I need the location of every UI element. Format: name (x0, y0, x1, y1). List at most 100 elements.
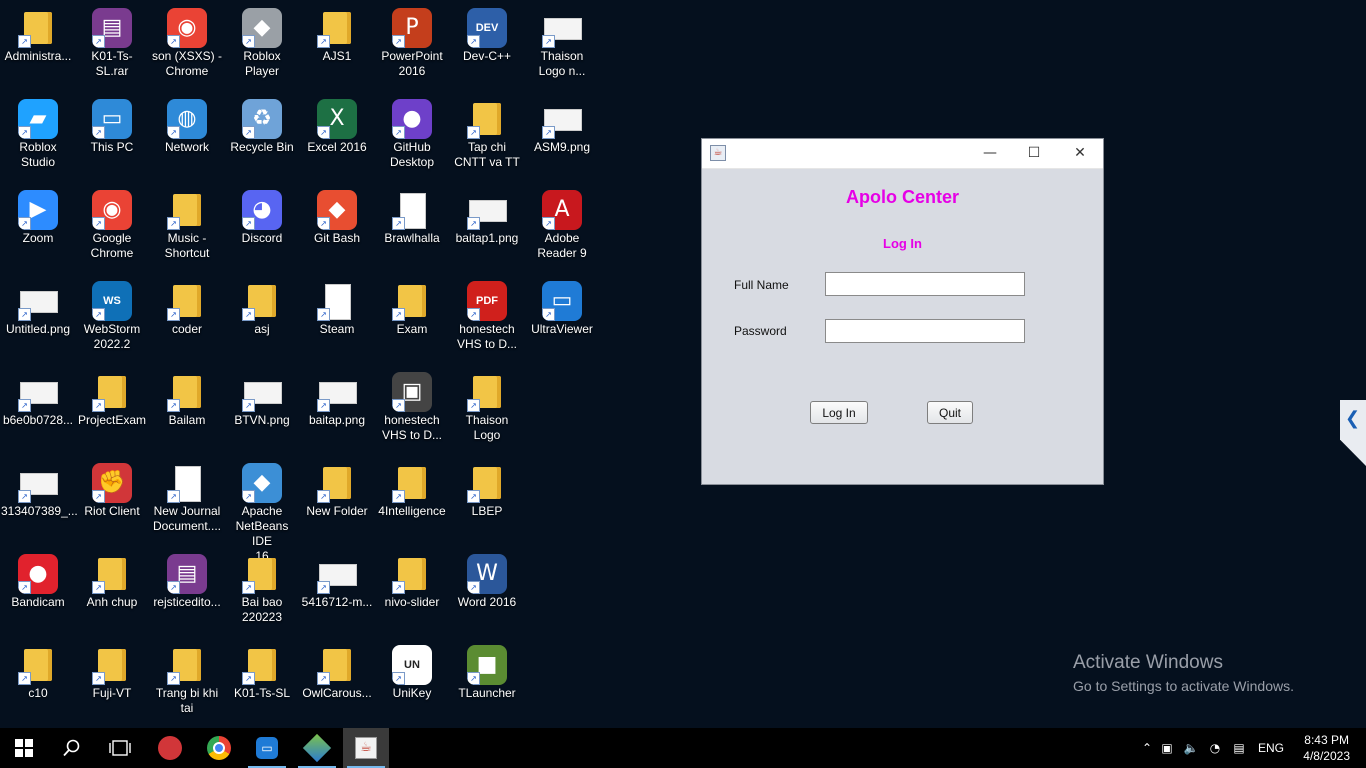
github-desktop-icon: ● ↗ (392, 99, 432, 139)
window-titlebar[interactable]: ☕ — ☐ ✕ (702, 139, 1103, 169)
side-panel-tab[interactable]: ❮ (1340, 400, 1366, 466)
language-indicator[interactable]: ENG (1258, 741, 1284, 755)
network-adapter-icon[interactable]: ▣ (1154, 741, 1180, 755)
taskbar-java-app[interactable]: ☕ (343, 728, 389, 768)
desktop-icon[interactable]: ↗ Exam (374, 273, 450, 337)
desktop-icon-label: UniKey (392, 686, 432, 700)
desktop-icon[interactable]: ▤ ↗ K01-Ts-SL.rar (74, 0, 150, 79)
shortcut-arrow-icon: ↗ (92, 399, 105, 412)
desktop-icon[interactable]: ■ ↗ TLauncher (449, 637, 525, 701)
taskbar-netbeans[interactable] (294, 728, 340, 768)
desktop-icon[interactable]: ↗ AJS1 (299, 0, 375, 64)
desktop-icon[interactable]: ↗ Music - Shortcut (149, 182, 225, 261)
login-button[interactable]: Log In (810, 401, 868, 424)
password-input[interactable] (825, 319, 1025, 343)
desktop-icon[interactable]: ↗ New Folder (299, 455, 375, 519)
desktop-icon[interactable]: UN ↗ UniKey (374, 637, 450, 701)
desktop-icon[interactable]: ↗ baitap.png (299, 364, 375, 428)
desktop-icon[interactable]: ● ↗ Bandicam (0, 546, 76, 610)
action-center-icon[interactable]: ▤ (1228, 741, 1250, 755)
folder-icon: ↗ (92, 372, 132, 412)
desktop-icon[interactable]: ↗ K01-Ts-SL (224, 637, 300, 701)
desktop-icon-label: b6e0b0728... (2, 413, 74, 427)
desktop-icon[interactable]: ▰ ↗ Roblox Studio (0, 91, 76, 170)
desktop-icon[interactable]: ◆ ↗ Git Bash (299, 182, 375, 246)
desktop-icon[interactable]: ● ↗ GitHub Desktop (374, 91, 450, 170)
desktop-icon[interactable]: ↗ asj (224, 273, 300, 337)
desktop-icon[interactable]: ↗ c10 (0, 637, 76, 701)
roblox-player-icon: ◆ ↗ (242, 8, 282, 48)
fullname-input[interactable] (825, 272, 1025, 296)
desktop-icon[interactable]: ↗ Steam (299, 273, 375, 337)
shortcut-arrow-icon: ↗ (317, 399, 330, 412)
desktop-icon[interactable]: ↗ Administra... (0, 0, 76, 64)
winrar-icon: ▤ ↗ (167, 554, 207, 594)
desktop-icon[interactable]: ✊ ↗ Riot Client (74, 455, 150, 519)
desktop-icon[interactable]: ◉ ↗ son (XSXS) - Chrome (149, 0, 225, 79)
taskbar-ultraviewer[interactable]: ▭ (244, 728, 290, 768)
desktop-icon[interactable]: ↗ ProjectExam (74, 364, 150, 428)
desktop-icon[interactable]: ↗ New Journal Document.... (149, 455, 225, 534)
desktop-icon[interactable]: ↗ 5416712-m... (299, 546, 375, 610)
shortcut-arrow-icon: ↗ (392, 399, 405, 412)
desktop-icon[interactable]: ↗ ASM9.png (524, 91, 600, 155)
riot-client-icon (158, 736, 182, 760)
start-button[interactable] (1, 728, 47, 768)
desktop-icon[interactable]: ↗ Bailam (149, 364, 225, 428)
task-view-button[interactable] (97, 728, 143, 768)
volume-icon[interactable]: 🔈 (1180, 741, 1202, 755)
desktop-icon[interactable]: ↗ Thaison Logo n... (524, 0, 600, 79)
desktop-icon[interactable]: ↗ coder (149, 273, 225, 337)
desktop-icon[interactable]: ↗ nivo-slider (374, 546, 450, 610)
desktop-icon[interactable]: ↗ Bai bao 220223 (224, 546, 300, 625)
desktop-icon[interactable]: ↗ Trang bi khi tai (149, 637, 225, 716)
maximize-button[interactable]: ☐ (1012, 139, 1056, 168)
show-hidden-icons-chevron-up-icon[interactable]: ⌃ (1140, 741, 1154, 755)
desktop-icon-label: K01-Ts-SL.rar (91, 49, 133, 78)
clock-time: 8:43 PM (1304, 733, 1349, 747)
desktop-icon[interactable]: ▭ ↗ UltraViewer (524, 273, 600, 337)
desktop-icon[interactable]: WS ↗ WebStorm 2022.2 (74, 273, 150, 352)
wifi-icon[interactable]: ◔ (1202, 741, 1228, 755)
desktop-icon[interactable]: ↗ 313407389_... (0, 455, 78, 519)
desktop-icon[interactable]: W ↗ Word 2016 (449, 546, 525, 610)
desktop-icon[interactable]: ▣ ↗ honestech VHS to D... (374, 364, 450, 443)
desktop-icon[interactable]: ↗ Anh chup (74, 546, 150, 610)
desktop-icon[interactable]: ↗ Tap chi CNTT va TT (449, 91, 525, 170)
desktop-icon[interactable]: ↗ Brawlhalla (374, 182, 450, 246)
desktop-icon[interactable]: ◕ ↗ Discord (224, 182, 300, 246)
desktop-icon[interactable]: DEV ↗ Dev-C++ (449, 0, 525, 64)
desktop-icon[interactable]: ↗ Untitled.png (0, 273, 76, 337)
desktop-icon[interactable]: ↗ LBEP (449, 455, 525, 519)
desktop-icon[interactable]: ◆ ↗ Roblox Player (224, 0, 300, 79)
desktop-icon[interactable]: PDF ↗ honestech VHS to D... (449, 273, 525, 352)
desktop-icon[interactable]: ↗ Thaison Logo (449, 364, 525, 443)
minimize-button[interactable]: — (968, 139, 1012, 168)
desktop-icon[interactable]: ♻ ↗ Recycle Bin (224, 91, 300, 155)
desktop-icon[interactable]: ▶ ↗ Zoom (0, 182, 76, 246)
quit-button[interactable]: Quit (927, 401, 973, 424)
desktop-icon[interactable]: ↗ 4Intelligence (374, 455, 450, 519)
desktop-icon[interactable]: A ↗ Adobe Reader 9 (524, 182, 600, 261)
desktop-icon[interactable]: ▤ ↗ rejsticedito... (149, 546, 225, 610)
desktop-icon[interactable]: ↗ BTVN.png (224, 364, 300, 428)
shortcut-arrow-icon: ↗ (92, 308, 105, 321)
taskbar-riot-client[interactable] (147, 728, 193, 768)
desktop-icon[interactable]: ▭ ↗ This PC (74, 91, 150, 155)
search-button[interactable] (49, 728, 95, 768)
desktop-icon[interactable]: ◍ ↗ Network (149, 91, 225, 155)
shortcut-arrow-icon: ↗ (18, 35, 31, 48)
desktop-icon[interactable]: P ↗ PowerPoint 2016 (374, 0, 450, 79)
desktop-icon[interactable]: ↗ baitap1.png (449, 182, 525, 246)
desktop-icon[interactable]: ↗ Fuji-VT (74, 637, 150, 701)
desktop-icon-label: 4Intelligence (378, 504, 446, 518)
desktop-icon[interactable]: ↗ OwlCarous... (299, 637, 375, 701)
desktop-icon[interactable]: ◉ ↗ Google Chrome (74, 182, 150, 261)
close-button[interactable]: ✕ (1058, 139, 1102, 168)
shortcut-arrow-icon: ↗ (467, 490, 480, 503)
shortcut-arrow-icon: ↗ (242, 581, 255, 594)
desktop-icon[interactable]: X ↗ Excel 2016 (299, 91, 375, 155)
taskbar-chrome[interactable] (196, 728, 242, 768)
desktop-icon[interactable]: ↗ b6e0b0728... (0, 364, 76, 428)
clock[interactable]: 8:43 PM 4/8/2023 (1303, 732, 1350, 764)
